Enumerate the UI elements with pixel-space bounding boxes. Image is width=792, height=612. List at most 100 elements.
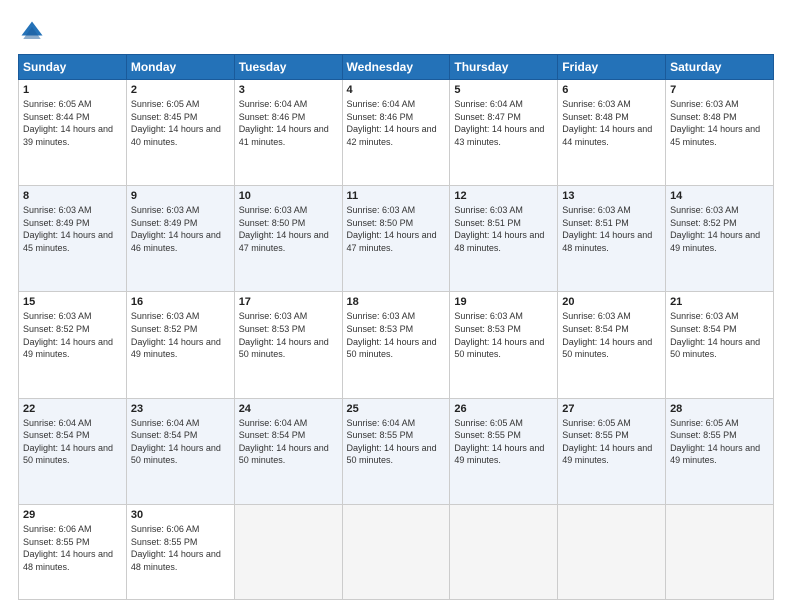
day-number: 13 <box>562 190 661 202</box>
calendar-week-2: 8 Sunrise: 6:03 AMSunset: 8:49 PMDayligh… <box>19 186 774 292</box>
calendar-day-30: 30 Sunrise: 6:06 AMSunset: 8:55 PMDaylig… <box>126 504 234 599</box>
day-number: 14 <box>670 190 769 202</box>
calendar-day-22: 22 Sunrise: 6:04 AMSunset: 8:54 PMDaylig… <box>19 398 127 504</box>
calendar-day-10: 10 Sunrise: 6:03 AMSunset: 8:50 PMDaylig… <box>234 186 342 292</box>
calendar-empty-cell <box>558 504 666 599</box>
calendar-header-thursday: Thursday <box>450 55 558 80</box>
day-info: Sunrise: 6:03 AMSunset: 8:54 PMDaylight:… <box>670 311 760 359</box>
calendar-header-monday: Monday <box>126 55 234 80</box>
day-info: Sunrise: 6:04 AMSunset: 8:55 PMDaylight:… <box>347 418 437 466</box>
day-info: Sunrise: 6:03 AMSunset: 8:50 PMDaylight:… <box>347 205 437 253</box>
calendar-day-14: 14 Sunrise: 6:03 AMSunset: 8:52 PMDaylig… <box>666 186 774 292</box>
day-info: Sunrise: 6:05 AMSunset: 8:44 PMDaylight:… <box>23 99 113 147</box>
calendar-day-4: 4 Sunrise: 6:04 AMSunset: 8:46 PMDayligh… <box>342 80 450 186</box>
day-info: Sunrise: 6:03 AMSunset: 8:50 PMDaylight:… <box>239 205 329 253</box>
day-info: Sunrise: 6:04 AMSunset: 8:46 PMDaylight:… <box>347 99 437 147</box>
calendar-day-17: 17 Sunrise: 6:03 AMSunset: 8:53 PMDaylig… <box>234 292 342 398</box>
day-info: Sunrise: 6:03 AMSunset: 8:52 PMDaylight:… <box>670 205 760 253</box>
calendar-header-sunday: Sunday <box>19 55 127 80</box>
calendar-day-9: 9 Sunrise: 6:03 AMSunset: 8:49 PMDayligh… <box>126 186 234 292</box>
day-info: Sunrise: 6:03 AMSunset: 8:53 PMDaylight:… <box>347 311 437 359</box>
calendar-empty-cell <box>666 504 774 599</box>
calendar-week-1: 1 Sunrise: 6:05 AMSunset: 8:44 PMDayligh… <box>19 80 774 186</box>
calendar-day-7: 7 Sunrise: 6:03 AMSunset: 8:48 PMDayligh… <box>666 80 774 186</box>
calendar-day-1: 1 Sunrise: 6:05 AMSunset: 8:44 PMDayligh… <box>19 80 127 186</box>
day-number: 17 <box>239 296 338 308</box>
day-number: 29 <box>23 509 122 521</box>
day-info: Sunrise: 6:05 AMSunset: 8:55 PMDaylight:… <box>670 418 760 466</box>
day-info: Sunrise: 6:03 AMSunset: 8:51 PMDaylight:… <box>562 205 652 253</box>
day-number: 20 <box>562 296 661 308</box>
calendar-day-25: 25 Sunrise: 6:04 AMSunset: 8:55 PMDaylig… <box>342 398 450 504</box>
calendar-day-6: 6 Sunrise: 6:03 AMSunset: 8:48 PMDayligh… <box>558 80 666 186</box>
day-number: 1 <box>23 84 122 96</box>
calendar-header-friday: Friday <box>558 55 666 80</box>
day-info: Sunrise: 6:04 AMSunset: 8:54 PMDaylight:… <box>131 418 221 466</box>
logo-icon <box>18 18 46 46</box>
calendar-day-27: 27 Sunrise: 6:05 AMSunset: 8:55 PMDaylig… <box>558 398 666 504</box>
calendar-day-23: 23 Sunrise: 6:04 AMSunset: 8:54 PMDaylig… <box>126 398 234 504</box>
day-number: 22 <box>23 403 122 415</box>
day-number: 3 <box>239 84 338 96</box>
calendar-empty-cell <box>342 504 450 599</box>
calendar-day-12: 12 Sunrise: 6:03 AMSunset: 8:51 PMDaylig… <box>450 186 558 292</box>
day-number: 26 <box>454 403 553 415</box>
calendar-day-16: 16 Sunrise: 6:03 AMSunset: 8:52 PMDaylig… <box>126 292 234 398</box>
day-info: Sunrise: 6:05 AMSunset: 8:55 PMDaylight:… <box>454 418 544 466</box>
day-info: Sunrise: 6:06 AMSunset: 8:55 PMDaylight:… <box>23 524 113 572</box>
calendar-day-5: 5 Sunrise: 6:04 AMSunset: 8:47 PMDayligh… <box>450 80 558 186</box>
header <box>18 18 774 46</box>
calendar-day-19: 19 Sunrise: 6:03 AMSunset: 8:53 PMDaylig… <box>450 292 558 398</box>
calendar-empty-cell <box>234 504 342 599</box>
day-info: Sunrise: 6:03 AMSunset: 8:53 PMDaylight:… <box>454 311 544 359</box>
day-info: Sunrise: 6:05 AMSunset: 8:45 PMDaylight:… <box>131 99 221 147</box>
calendar-week-3: 15 Sunrise: 6:03 AMSunset: 8:52 PMDaylig… <box>19 292 774 398</box>
day-number: 23 <box>131 403 230 415</box>
calendar-header-wednesday: Wednesday <box>342 55 450 80</box>
calendar-day-3: 3 Sunrise: 6:04 AMSunset: 8:46 PMDayligh… <box>234 80 342 186</box>
day-number: 21 <box>670 296 769 308</box>
day-number: 2 <box>131 84 230 96</box>
day-number: 12 <box>454 190 553 202</box>
logo <box>18 18 50 46</box>
calendar-day-13: 13 Sunrise: 6:03 AMSunset: 8:51 PMDaylig… <box>558 186 666 292</box>
day-number: 9 <box>131 190 230 202</box>
day-info: Sunrise: 6:03 AMSunset: 8:53 PMDaylight:… <box>239 311 329 359</box>
day-number: 28 <box>670 403 769 415</box>
calendar-week-4: 22 Sunrise: 6:04 AMSunset: 8:54 PMDaylig… <box>19 398 774 504</box>
calendar-day-8: 8 Sunrise: 6:03 AMSunset: 8:49 PMDayligh… <box>19 186 127 292</box>
day-info: Sunrise: 6:03 AMSunset: 8:49 PMDaylight:… <box>131 205 221 253</box>
page: SundayMondayTuesdayWednesdayThursdayFrid… <box>0 0 792 612</box>
day-number: 4 <box>347 84 446 96</box>
day-number: 11 <box>347 190 446 202</box>
calendar-day-11: 11 Sunrise: 6:03 AMSunset: 8:50 PMDaylig… <box>342 186 450 292</box>
calendar-week-5: 29 Sunrise: 6:06 AMSunset: 8:55 PMDaylig… <box>19 504 774 599</box>
calendar-day-18: 18 Sunrise: 6:03 AMSunset: 8:53 PMDaylig… <box>342 292 450 398</box>
day-info: Sunrise: 6:04 AMSunset: 8:47 PMDaylight:… <box>454 99 544 147</box>
day-info: Sunrise: 6:04 AMSunset: 8:46 PMDaylight:… <box>239 99 329 147</box>
calendar-day-24: 24 Sunrise: 6:04 AMSunset: 8:54 PMDaylig… <box>234 398 342 504</box>
day-info: Sunrise: 6:03 AMSunset: 8:51 PMDaylight:… <box>454 205 544 253</box>
calendar-table: SundayMondayTuesdayWednesdayThursdayFrid… <box>18 54 774 600</box>
day-number: 15 <box>23 296 122 308</box>
day-number: 16 <box>131 296 230 308</box>
day-number: 5 <box>454 84 553 96</box>
calendar-day-29: 29 Sunrise: 6:06 AMSunset: 8:55 PMDaylig… <box>19 504 127 599</box>
day-info: Sunrise: 6:06 AMSunset: 8:55 PMDaylight:… <box>131 524 221 572</box>
day-info: Sunrise: 6:04 AMSunset: 8:54 PMDaylight:… <box>239 418 329 466</box>
day-info: Sunrise: 6:03 AMSunset: 8:52 PMDaylight:… <box>131 311 221 359</box>
day-number: 25 <box>347 403 446 415</box>
day-number: 7 <box>670 84 769 96</box>
calendar-day-20: 20 Sunrise: 6:03 AMSunset: 8:54 PMDaylig… <box>558 292 666 398</box>
day-number: 10 <box>239 190 338 202</box>
day-info: Sunrise: 6:05 AMSunset: 8:55 PMDaylight:… <box>562 418 652 466</box>
calendar-day-26: 26 Sunrise: 6:05 AMSunset: 8:55 PMDaylig… <box>450 398 558 504</box>
day-number: 8 <box>23 190 122 202</box>
calendar-header-row: SundayMondayTuesdayWednesdayThursdayFrid… <box>19 55 774 80</box>
calendar-header-tuesday: Tuesday <box>234 55 342 80</box>
day-info: Sunrise: 6:03 AMSunset: 8:48 PMDaylight:… <box>670 99 760 147</box>
day-number: 27 <box>562 403 661 415</box>
day-number: 6 <box>562 84 661 96</box>
day-info: Sunrise: 6:03 AMSunset: 8:48 PMDaylight:… <box>562 99 652 147</box>
calendar-day-15: 15 Sunrise: 6:03 AMSunset: 8:52 PMDaylig… <box>19 292 127 398</box>
